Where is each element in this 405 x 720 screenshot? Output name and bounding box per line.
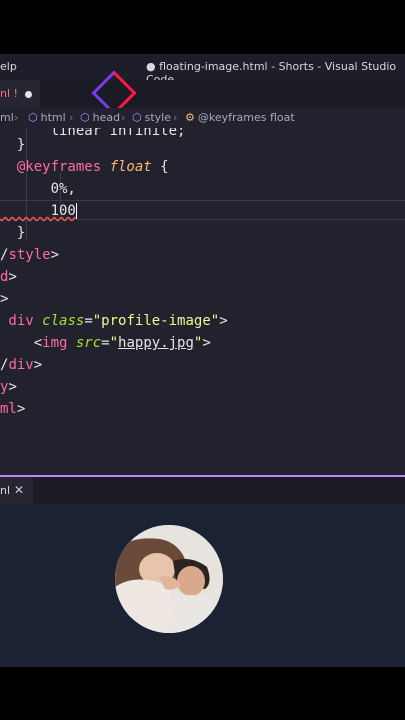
preview-tab[interactable]: nl ✕ xyxy=(0,477,33,505)
code-token: 100 xyxy=(0,203,76,219)
profile-image xyxy=(115,525,223,633)
code-token: < xyxy=(0,335,43,351)
code-token: > xyxy=(50,247,60,263)
breadcrumb-item[interactable]: ⬡ head xyxy=(80,111,120,124)
chevron-right-icon: › xyxy=(14,111,19,124)
code-line: d> xyxy=(0,266,17,288)
menu-help[interactable]: elp xyxy=(0,60,17,73)
breadcrumb-item[interactable]: ⬡ html xyxy=(28,111,66,124)
code-token: } xyxy=(0,225,26,241)
code-token: class xyxy=(42,313,85,329)
cube-icon: ⬡ xyxy=(80,111,90,124)
breadcrumb-item[interactable]: ml xyxy=(0,111,14,124)
code-token: > xyxy=(8,379,17,395)
code-line: div class="profile-image"> xyxy=(0,310,228,332)
code-token: " xyxy=(109,335,119,351)
tab-label: nl ! xyxy=(0,87,18,100)
code-token: = xyxy=(101,335,110,351)
code-token: div xyxy=(0,313,43,329)
unsaved-dot-icon[interactable] xyxy=(25,91,32,98)
title-bar: elp ● floating-image.html - Shorts - Vis… xyxy=(0,54,405,86)
code-token: happy.jpg xyxy=(118,335,194,351)
code-token: > xyxy=(8,269,17,285)
chevron-right-icon: › xyxy=(121,111,126,124)
close-icon[interactable]: ✕ xyxy=(14,483,24,497)
tab-floating-image[interactable]: nl ! xyxy=(0,80,40,109)
code-line: ml> xyxy=(0,398,25,420)
browser-preview xyxy=(0,505,405,667)
code-token: > xyxy=(16,401,26,417)
breadcrumb-item[interactable]: ⚙ @keyframes float xyxy=(185,111,295,124)
code-token: > xyxy=(202,335,211,351)
code-line: /style> xyxy=(0,244,59,266)
code-token: div xyxy=(8,357,34,373)
code-token: "profile-image" xyxy=(92,313,220,329)
code-line: } xyxy=(0,134,25,156)
bottom-letterbox xyxy=(0,667,405,720)
symbol-icon: ⚙ xyxy=(185,111,195,124)
breadcrumb-item[interactable]: ⬡ style xyxy=(132,111,171,124)
code-token: ml xyxy=(0,401,17,417)
preview-panel-header: nl ✕ xyxy=(0,477,405,505)
chevron-right-icon: › xyxy=(69,111,74,124)
code-token: 0%, xyxy=(0,181,76,197)
cube-icon: ⬡ xyxy=(132,111,142,124)
code-token: } xyxy=(0,137,26,153)
code-token: { xyxy=(151,159,169,175)
top-letterbox xyxy=(0,0,405,54)
code-line: @keyframes float { xyxy=(0,156,169,178)
preview-tab-label: nl xyxy=(0,484,11,497)
code-line: y> xyxy=(0,376,17,398)
code-token: style xyxy=(8,247,51,263)
code-token: = xyxy=(84,313,93,329)
code-line: 100 xyxy=(0,200,77,222)
text-cursor xyxy=(75,203,77,219)
code-token: float xyxy=(109,159,152,175)
editor-tab-bar: nl ! xyxy=(0,80,405,109)
code-token: > xyxy=(0,291,9,307)
code-editor[interactable]: linear infinite; } @keyframes float { 0%… xyxy=(0,128,405,475)
code-line: 0%, xyxy=(0,178,76,200)
code-token: img xyxy=(42,335,76,351)
code-token: @keyframes xyxy=(0,159,110,175)
code-token: > xyxy=(219,313,228,329)
code-token: src xyxy=(75,335,102,351)
code-line: } xyxy=(0,222,25,244)
code-token: linear infinite; xyxy=(0,128,186,139)
breadcrumb: ml › ⬡ html › ⬡ head › ⬡ style › ⚙ @keyframe… xyxy=(0,108,405,128)
code-line: > xyxy=(0,288,8,310)
code-line: <img src="happy.jpg"> xyxy=(0,332,211,354)
chevron-right-icon: › xyxy=(173,111,178,124)
code-line: linear infinite; xyxy=(0,128,186,142)
code-line: /div> xyxy=(0,354,42,376)
code-token: > xyxy=(33,357,43,373)
cube-icon: ⬡ xyxy=(28,111,38,124)
profile-photo-icon xyxy=(115,525,223,633)
